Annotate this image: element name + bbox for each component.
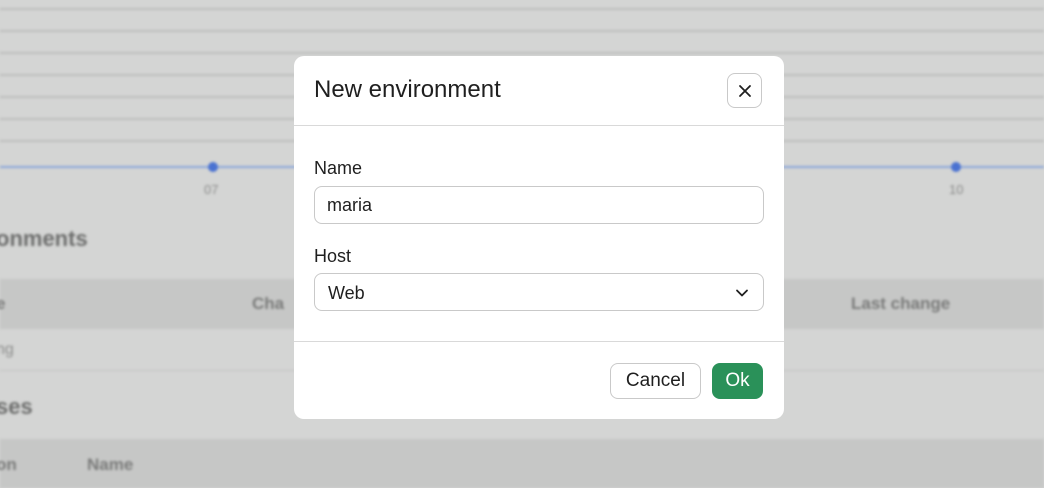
environments-column-header: Cha	[252, 294, 285, 313]
cancel-button[interactable]: Cancel	[610, 363, 701, 399]
releases-table-header	[0, 439, 1044, 488]
environments-column-header: Last change	[851, 294, 951, 313]
host-select[interactable]: Web	[314, 273, 764, 311]
environments-table-cell: ng	[0, 341, 14, 358]
dialog-title: New environment	[314, 76, 501, 103]
close-button[interactable]	[727, 73, 762, 108]
new-environment-dialog: New environment Name Host Web Cancel Ok	[294, 56, 784, 419]
dialog-footer: Cancel Ok	[294, 341, 784, 419]
dialog-header: New environment	[294, 56, 784, 126]
chart-series-point	[208, 162, 218, 172]
section-heading-releases: ses	[0, 394, 33, 419]
section-heading-environments: onments	[0, 226, 88, 251]
chart-gridline	[0, 52, 1044, 54]
chart-tick-label: 10	[949, 182, 964, 197]
chart-tick-label: 07	[204, 182, 219, 197]
chart-series-point	[951, 162, 961, 172]
name-input[interactable]	[314, 186, 764, 224]
chevron-down-icon	[736, 289, 748, 297]
app-page: 07 10 onments e Cha Last change ng ses o…	[0, 0, 1044, 488]
host-select-value: Web	[328, 283, 365, 303]
name-label: Name	[314, 158, 363, 178]
releases-column-header: Name	[87, 455, 134, 474]
host-label: Host	[314, 246, 352, 266]
chart-gridline	[0, 8, 1044, 10]
ok-button[interactable]: Ok	[712, 363, 763, 399]
chart-gridline	[0, 30, 1044, 32]
releases-column-header: on	[0, 455, 17, 474]
environments-column-header: e	[0, 294, 6, 313]
close-icon	[738, 84, 751, 97]
